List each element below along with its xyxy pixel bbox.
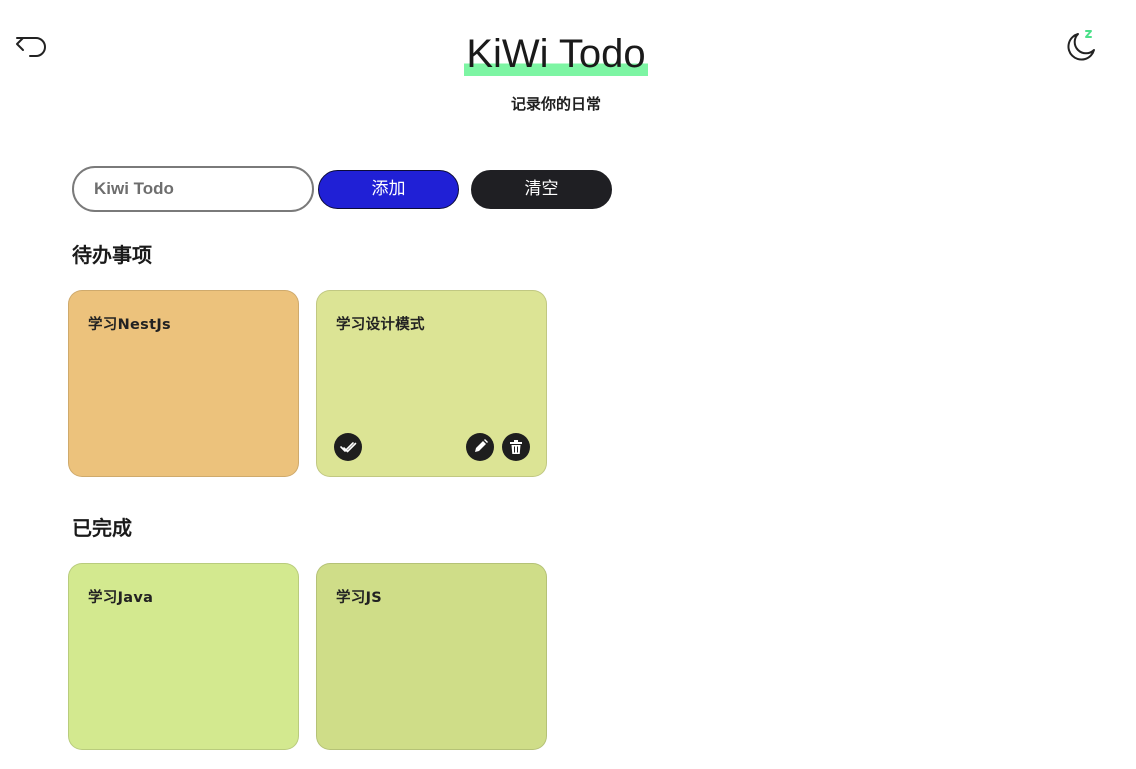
edit-button[interactable] — [466, 433, 494, 461]
trash-icon — [510, 440, 522, 454]
pending-section-title: 待办事项 — [72, 243, 152, 267]
title-wrap: KiWi Todo — [0, 30, 1112, 78]
delete-button[interactable] — [502, 433, 530, 461]
todo-card-text: 学习设计模式 — [336, 317, 425, 333]
todo-app: KiWi Todo 记录你的日常 添加 清空 待办事项 学习NestJs 学习设… — [0, 0, 1136, 769]
todo-card[interactable]: 学习NestJs — [68, 290, 299, 477]
clear-button[interactable]: 清空 — [471, 170, 612, 209]
app-title: KiWi Todo — [464, 30, 648, 78]
done-card[interactable]: 学习JS — [316, 563, 547, 750]
done-section-title: 已完成 — [72, 516, 132, 540]
pencil-icon — [475, 439, 488, 452]
double-check-icon — [340, 442, 357, 453]
done-card[interactable]: 学习Java — [68, 563, 299, 750]
todo-card-text: 学习NestJs — [88, 317, 171, 333]
todo-input[interactable] — [72, 166, 314, 212]
todo-card[interactable]: 学习设计模式 — [316, 290, 547, 477]
done-card-text: 学习JS — [336, 590, 383, 606]
done-card-text: 学习Java — [88, 590, 154, 606]
app-subtitle: 记录你的日常 — [510, 95, 601, 113]
add-button[interactable]: 添加 — [318, 170, 459, 209]
complete-button[interactable] — [334, 433, 362, 461]
